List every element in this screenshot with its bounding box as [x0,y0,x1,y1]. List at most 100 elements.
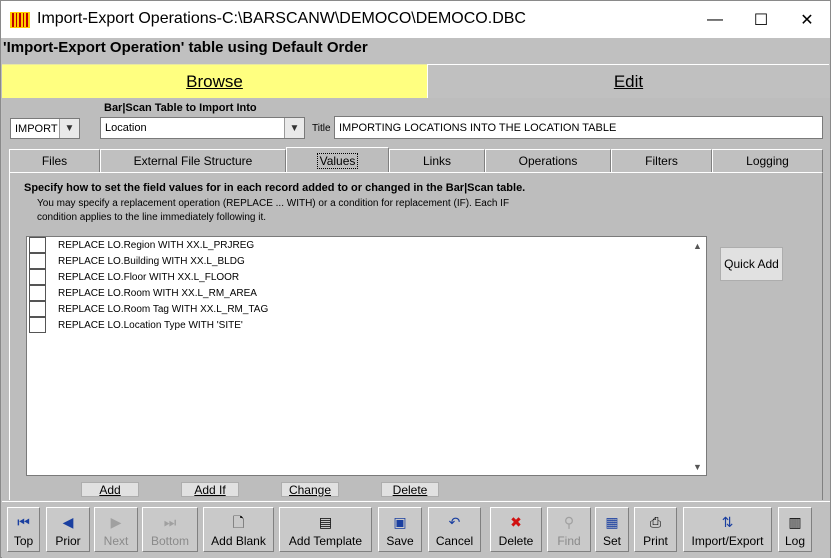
tab-values-label: Values [316,152,359,169]
scroll-up-icon[interactable]: ▲ [689,237,706,254]
chevron-down-icon[interactable]: ▼ [284,118,304,138]
table-select-value: Location [105,122,147,134]
row-selector[interactable] [29,285,46,301]
barcode-app-icon [10,12,30,28]
next-button-label: Next [103,534,129,548]
title-field[interactable]: IMPORTING LOCATIONS INTO THE LOCATION TA… [334,116,823,139]
find-button-label: Find [557,534,581,548]
list-item-text: REPLACE LO.Floor WITH XX.L_FLOOR [58,271,240,283]
bottom-toolbar: ⏮ Top ◀ Prior ▶ Next ⏭ Bottom 🗋 Add Blan… [2,501,830,558]
delete-record-button-label: Delete [498,534,534,548]
print-button-label: Print [643,534,668,548]
change-button-label: Change [288,482,332,497]
add-button-label: Add [99,482,121,497]
list-item-text: REPLACE LO.Room WITH XX.L_RM_AREA [58,287,257,299]
tab-filters-label: Filters [645,154,678,168]
add-button[interactable]: Add [81,482,139,497]
operation-select-value: IMPORT [15,122,58,135]
quick-add-button[interactable]: Quick Add [720,247,783,281]
close-icon: ✕ [800,11,814,29]
delete-value-button-label: Delete [392,482,428,497]
delete-record-button[interactable]: ✖ Delete [490,507,542,552]
tab-filters[interactable]: Filters [611,149,712,172]
close-button[interactable]: ✕ [784,1,830,38]
tab-operations-label: Operations [518,154,578,168]
vertical-scrollbar[interactable]: ▲ ▼ [689,237,706,475]
list-item[interactable]: REPLACE LO.Region WITH XX.L_PRJREG [29,237,254,253]
title-label: Title [312,123,331,134]
list-item[interactable]: REPLACE LO.Room Tag WITH XX.L_RM_TAG [29,301,268,317]
tab-files[interactable]: Files [9,149,100,172]
next-record-icon: ▶ [110,514,122,530]
import-export-window: Import-Export Operations-C:\BARSCANW\DEM… [0,0,831,558]
tab-browse[interactable]: Browse [2,64,427,98]
add-if-button-label: Add If [194,482,226,497]
tab-files-label: Files [41,154,68,168]
list-item-text: REPLACE LO.Location Type WITH 'SITE' [58,319,243,331]
prior-button-label: Prior [55,534,81,548]
list-item-text: REPLACE LO.Region WITH XX.L_PRJREG [58,239,255,251]
list-item[interactable]: REPLACE LO.Room WITH XX.L_RM_AREA [29,285,257,301]
print-preview-icon: ⎙ [649,514,662,530]
set-button[interactable]: ▦ Set [595,507,629,552]
template-icon: ▤ [318,514,333,530]
change-button[interactable]: Change [281,482,339,497]
binoculars-icon: ⚲ [563,514,575,530]
row-selector[interactable] [29,237,46,253]
prior-button[interactable]: ◀ Prior [46,507,90,552]
table-select[interactable]: Location ▼ [100,117,305,139]
import-export-button[interactable]: ⇅ Import/Export [683,507,772,552]
list-item[interactable]: REPLACE LO.Floor WITH XX.L_FLOOR [29,269,239,285]
tab-operations[interactable]: Operations [485,149,611,172]
operation-select[interactable]: IMPORT ▼ [10,118,80,139]
maximize-button[interactable]: ☐ [738,1,784,38]
bottom-button[interactable]: ⏭ Bottom [142,507,198,552]
log-button-label: Log [784,534,806,548]
values-heading: Specify how to set the field values for … [24,182,526,194]
log-icon: ▥ [788,514,802,530]
row-selector[interactable] [29,317,46,333]
set-filter-icon: ▦ [605,514,619,530]
top-button-label: Top [13,534,34,548]
log-button[interactable]: ▥ Log [778,507,812,552]
list-item-text: REPLACE LO.Room Tag WITH XX.L_RM_TAG [58,303,269,315]
table-label: Bar|Scan Table to Import Into [104,102,257,114]
undo-icon: ↶ [448,514,461,530]
cancel-button-label: Cancel [435,534,474,548]
tab-values[interactable]: Values [286,147,389,173]
blank-page-icon: 🗋 [232,514,245,530]
row-selector[interactable] [29,269,46,285]
add-if-button[interactable]: Add If [181,482,239,497]
minimize-icon: — [707,10,723,28]
add-template-button-label: Add Template [288,534,363,548]
tab-external-file-structure-label: External File Structure [133,154,253,168]
import-export-icon: ⇅ [721,514,734,530]
row-selector[interactable] [29,301,46,317]
minimize-button[interactable]: — [692,1,738,38]
next-button[interactable]: ▶ Next [94,507,138,552]
values-instruction-1: You may specify a replacement operation … [37,198,510,209]
add-template-button[interactable]: ▤ Add Template [279,507,372,552]
top-button[interactable]: ⏮ Top [7,507,40,552]
save-button[interactable]: ▣ Save [378,507,422,552]
row-selector[interactable] [29,253,46,269]
tab-edit[interactable]: Edit [427,64,829,98]
tab-logging[interactable]: Logging [712,149,823,172]
cancel-button[interactable]: ↶ Cancel [428,507,481,552]
find-button[interactable]: ⚲ Find [547,507,591,552]
list-item[interactable]: REPLACE LO.Location Type WITH 'SITE' [29,317,243,333]
tab-links-label: Links [422,154,451,168]
tab-external-file-structure[interactable]: External File Structure [100,149,286,172]
values-instruction-2: condition applies to the line immediatel… [37,212,267,223]
save-disk-icon: ▣ [393,514,407,530]
values-list[interactable]: REPLACE LO.Region WITH XX.L_PRJREG REPLA… [26,236,707,476]
print-button[interactable]: ⎙ Print [634,507,677,552]
add-blank-button[interactable]: 🗋 Add Blank [203,507,274,552]
last-record-icon: ⏭ [163,514,177,530]
chevron-down-icon[interactable]: ▼ [59,119,79,138]
list-item[interactable]: REPLACE LO.Building WITH XX.L_BLDG [29,253,245,269]
scroll-down-icon[interactable]: ▼ [689,458,706,475]
delete-value-button[interactable]: Delete [381,482,439,497]
tab-links[interactable]: Links [389,149,485,172]
import-export-button-label: Import/Export [691,534,764,548]
